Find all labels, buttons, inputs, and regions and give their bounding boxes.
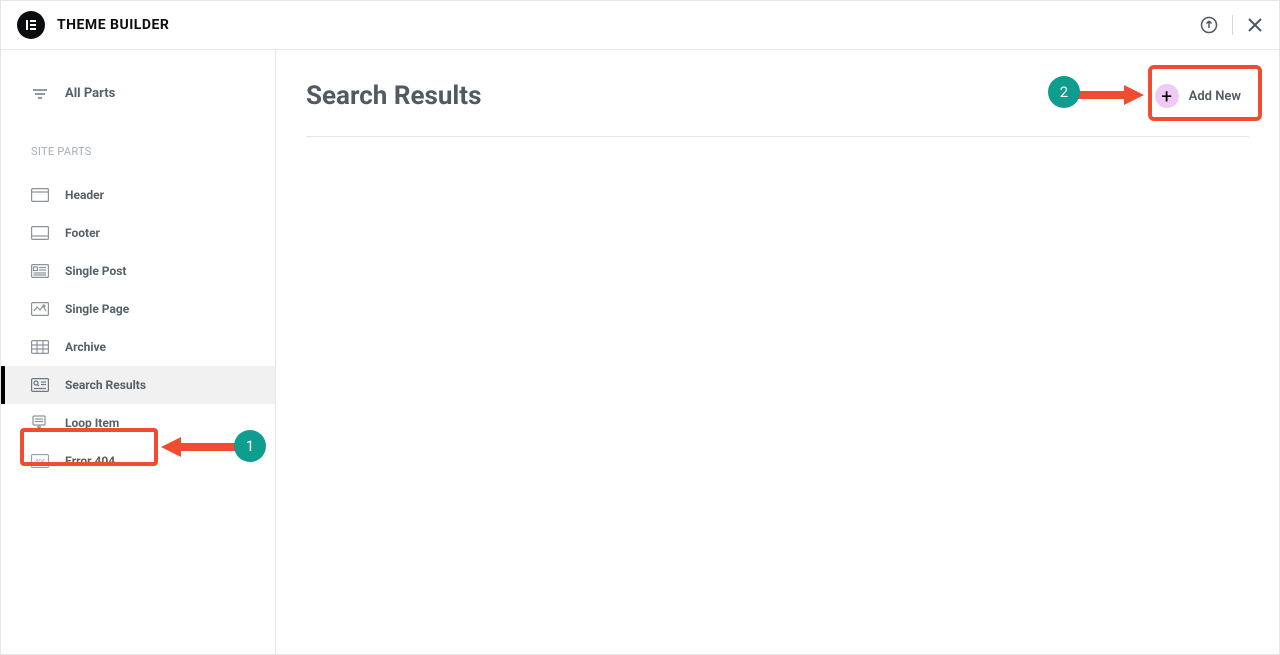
- sidebar-item-loop-item[interactable]: Loop Item: [1, 404, 275, 442]
- add-new-label: Add New: [1189, 89, 1241, 104]
- nav-label: Single Page: [65, 302, 129, 316]
- header-left: THEME BUILDER: [17, 11, 169, 39]
- nav-label: Archive: [65, 340, 106, 354]
- nav-label: Single Post: [65, 264, 126, 278]
- nav-label: Search Results: [65, 378, 146, 392]
- single-post-icon: [31, 264, 49, 278]
- layout: All Parts SITE PARTS Header Footer Singl…: [1, 50, 1279, 654]
- app-header: THEME BUILDER: [1, 1, 1279, 50]
- info-icon[interactable]: [1200, 16, 1218, 34]
- nav-label: Loop Item: [65, 416, 119, 430]
- sidebar-item-header[interactable]: Header: [1, 176, 275, 214]
- filter-icon: [31, 88, 49, 100]
- plus-icon: +: [1155, 84, 1179, 108]
- sidebar-item-single-page[interactable]: Single Page: [1, 290, 275, 328]
- sidebar-item-single-post[interactable]: Single Post: [1, 252, 275, 290]
- sidebar-item-archive[interactable]: Archive: [1, 328, 275, 366]
- sidebar-section-label: SITE PARTS: [1, 113, 275, 176]
- sidebar-item-error-404[interactable]: 404 Error 404: [1, 442, 275, 480]
- header-divider: [1232, 15, 1233, 35]
- sidebar-all-parts[interactable]: All Parts: [1, 74, 275, 113]
- nav-label: Header: [65, 188, 104, 202]
- single-page-icon: [31, 302, 49, 316]
- sidebar-item-search-results[interactable]: Search Results: [1, 366, 275, 404]
- footer-icon: [31, 226, 49, 240]
- elementor-logo-icon: [17, 11, 45, 39]
- main-content: Search Results + Add New: [276, 50, 1279, 654]
- all-parts-label: All Parts: [65, 86, 115, 101]
- page-title: Search Results: [306, 81, 481, 111]
- loop-item-icon: [31, 416, 49, 430]
- app-title: THEME BUILDER: [57, 17, 169, 33]
- svg-text:404: 404: [35, 460, 46, 466]
- header-icon: [31, 188, 49, 202]
- sidebar: All Parts SITE PARTS Header Footer Singl…: [1, 50, 276, 654]
- sidebar-item-footer[interactable]: Footer: [1, 214, 275, 252]
- main-header: Search Results + Add New: [306, 68, 1249, 137]
- nav-label: Error 404: [65, 454, 115, 468]
- add-new-button[interactable]: + Add New: [1147, 80, 1249, 112]
- close-icon[interactable]: [1247, 17, 1263, 33]
- error-404-icon: 404: [31, 454, 49, 468]
- nav-label: Footer: [65, 226, 100, 240]
- header-right: [1200, 15, 1263, 35]
- archive-icon: [31, 340, 49, 354]
- search-results-icon: [31, 378, 49, 392]
